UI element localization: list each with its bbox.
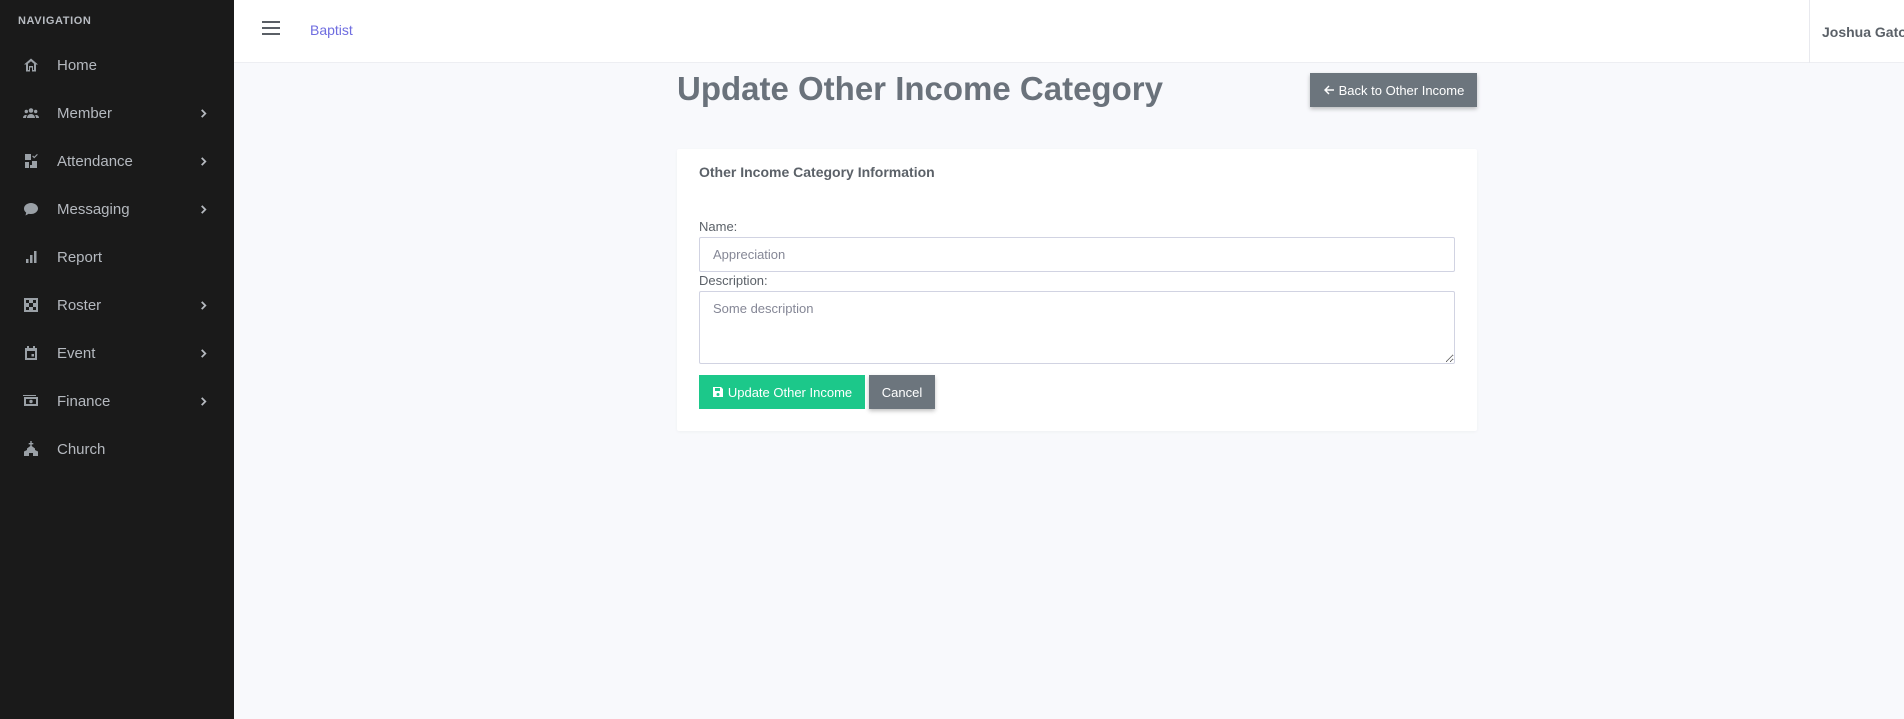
chevron-right-icon (198, 156, 208, 166)
back-to-other-income-button[interactable]: Back to Other Income (1310, 73, 1477, 107)
update-other-income-button[interactable]: Update Other Income (699, 375, 865, 409)
attendance-icon (22, 152, 40, 170)
chevron-right-icon (198, 300, 208, 310)
sidebar-item-church[interactable]: Church (0, 425, 234, 473)
money-icon (22, 392, 40, 410)
sidebar-item-member[interactable]: Member (0, 89, 234, 137)
chevron-right-icon (198, 204, 208, 214)
church-icon (22, 440, 40, 458)
back-button-label: Back to Other Income (1338, 82, 1465, 98)
card-header: Other Income Category Information (699, 164, 935, 180)
sidebar-item-label: Member (57, 104, 113, 122)
update-button-label: Update Other Income (727, 384, 853, 400)
calendar-icon (22, 344, 40, 362)
chevron-right-icon (198, 348, 208, 358)
name-label: Name: (699, 219, 738, 234)
sidebar-item-home[interactable]: Home (0, 41, 234, 89)
chevron-right-icon (198, 396, 208, 406)
home-icon (22, 56, 40, 74)
sidebar-item-label: Finance (57, 392, 111, 410)
sidebar-item-label: Event (57, 344, 96, 362)
chart-icon (22, 248, 40, 266)
name-input[interactable] (699, 237, 1455, 272)
sidebar-item-attendance[interactable]: Attendance (0, 137, 234, 185)
users-icon (22, 104, 40, 122)
message-icon (22, 200, 40, 218)
sidebar-item-roster[interactable]: Roster (0, 281, 234, 329)
description-label: Description: (699, 273, 768, 288)
sidebar: NAVIGATION Home Member Attendance Messag… (0, 0, 234, 719)
brand-link[interactable]: Baptist (310, 22, 353, 38)
sidebar-item-label: Roster (57, 296, 102, 314)
topbar: Baptist Joshua Gato (234, 0, 1904, 63)
arrow-left-icon (1323, 85, 1334, 95)
sidebar-item-messaging[interactable]: Messaging (0, 185, 234, 233)
income-category-card: Other Income Category Information Name: … (677, 149, 1477, 431)
user-name: Joshua Gato (1822, 23, 1904, 40)
sidebar-item-label: Church (57, 440, 106, 458)
sidebar-item-label: Attendance (57, 152, 133, 170)
page-title: Update Other Income Category (677, 70, 1163, 107)
hamburger-menu-icon[interactable] (262, 21, 280, 39)
chevron-right-icon (198, 108, 208, 118)
sidebar-item-label: Home (57, 56, 98, 74)
sidebar-item-event[interactable]: Event (0, 329, 234, 377)
nav-heading: NAVIGATION (18, 15, 92, 27)
description-textarea[interactable] (699, 291, 1455, 364)
user-menu[interactable]: Joshua Gato (1809, 0, 1904, 63)
cancel-button[interactable]: Cancel (869, 375, 935, 409)
nav-list: Home Member Attendance Messaging Report … (0, 41, 234, 473)
save-icon (712, 387, 723, 397)
checkerboard-icon (22, 296, 40, 314)
sidebar-item-finance[interactable]: Finance (0, 377, 234, 425)
sidebar-item-report[interactable]: Report (0, 233, 234, 281)
sidebar-item-label: Report (57, 248, 103, 266)
sidebar-item-label: Messaging (57, 200, 130, 218)
